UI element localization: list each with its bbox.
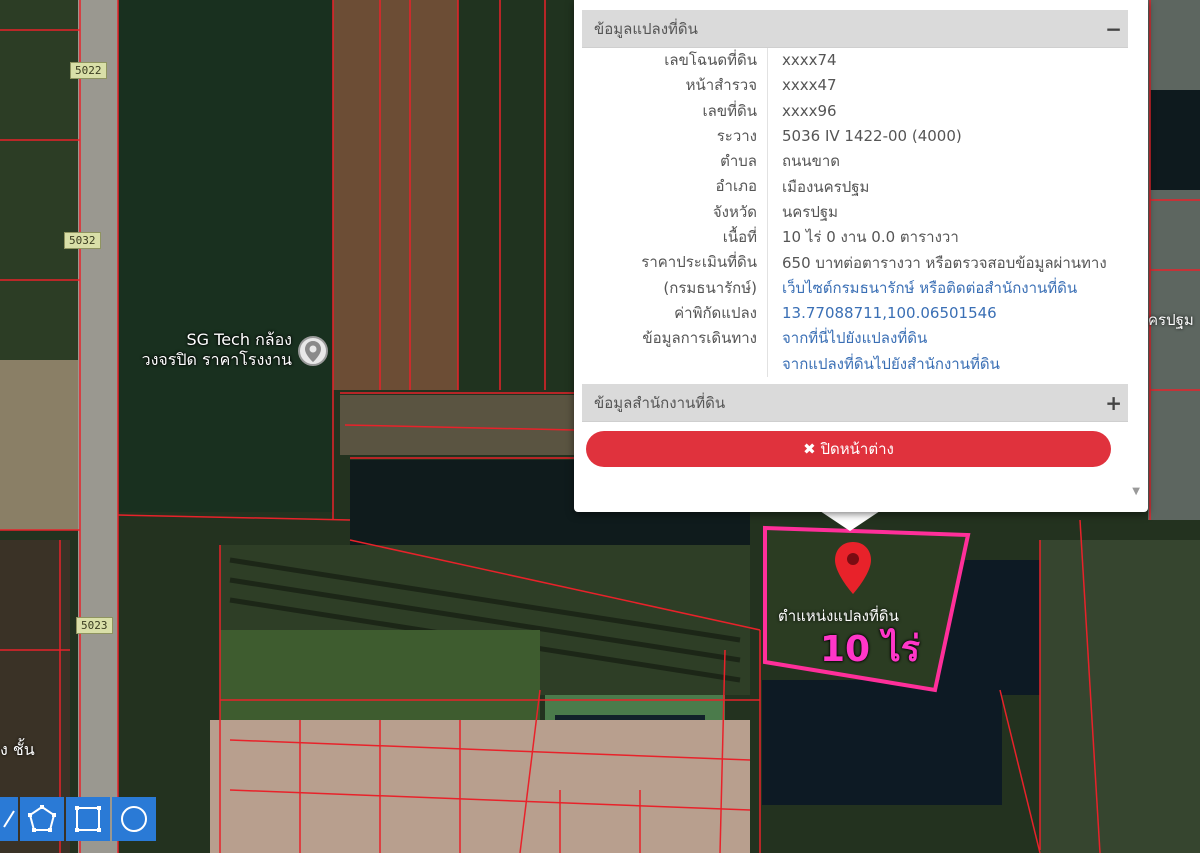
map-edge-label-left: ง ชั้น xyxy=(0,740,35,759)
info-value: เมืองนครปฐม xyxy=(782,177,870,196)
place-label-sg-tech[interactable]: SG Tech กล้อง วงจรปิด ราคาโรงงาน xyxy=(112,330,292,370)
collapse-icon[interactable]: − xyxy=(1105,10,1122,48)
info-label: หน้าสำรวจ xyxy=(582,73,768,99)
map-marker-icon[interactable] xyxy=(832,540,874,596)
info-row-district: อำเภอ เมืองนครปฐม xyxy=(582,174,1128,200)
place-pin-icon[interactable] xyxy=(296,334,330,374)
info-row-subdistrict: ตำบล ถนนขาด xyxy=(582,149,1128,175)
road-shield-3: 5023 xyxy=(76,617,113,634)
info-row-province: จังหวัด นครปฐม xyxy=(582,199,1128,226)
info-value: นครปฐม xyxy=(782,202,839,221)
info-label: ราคาประเมินที่ดิน xyxy=(582,250,768,276)
rectangle-draw-icon[interactable] xyxy=(66,797,110,841)
info-row-survey-page: หน้าสำรวจ xxxx47 xyxy=(582,73,1128,99)
land-parcel-section-header[interactable]: ข้อมูลแปลงที่ดิน − xyxy=(582,10,1128,48)
popup-tail xyxy=(820,511,880,531)
info-value: 650 บาทต่อตารางวา หรือตรวจสอบข้อมูลผ่านท… xyxy=(782,253,1107,272)
line-draw-icon[interactable] xyxy=(0,797,18,841)
coordinates-link[interactable]: 13.77088711,100.06501546 xyxy=(768,301,997,326)
info-label: จังหวัด xyxy=(582,199,768,226)
info-value: 10 ไร่ 0 งาน 0.0 ตารางวา xyxy=(782,228,959,247)
info-label: เลขโฉนดที่ดิน xyxy=(582,48,768,74)
info-row-directions-office: จากแปลงที่ดินไปยังสำนักงานที่ดิน xyxy=(582,351,1128,377)
info-value: xxxx47 xyxy=(782,76,837,95)
info-row-deed-number: เลขโฉนดที่ดิน xxxx74 xyxy=(582,48,1128,74)
directions-to-office-link[interactable]: จากแปลงที่ดินไปยังสำนักงานที่ดิน xyxy=(768,352,1000,377)
info-label: (กรมธนารักษ์) xyxy=(582,275,768,301)
parcel-area-label: 10 ไร่ xyxy=(820,629,921,670)
land-office-section-header[interactable]: ข้อมูลสำนักงานที่ดิน + xyxy=(582,384,1128,422)
close-window-button[interactable]: ✖ ปิดหน้าต่าง xyxy=(586,431,1111,467)
directions-to-parcel-link[interactable]: จากที่นี่ไปยังแปลงที่ดิน xyxy=(768,326,927,351)
info-row-coordinates: ค่าพิกัดแปลง 13.77088711,100.06501546 xyxy=(582,300,1128,327)
parcel-info-table: เลขโฉนดที่ดิน xxxx74 หน้าสำรวจ xxxx47 เล… xyxy=(582,48,1128,377)
land-office-section-title: ข้อมูลสำนักงานที่ดิน xyxy=(594,394,726,412)
info-value: xxxx96 xyxy=(782,101,837,120)
expand-icon[interactable]: + xyxy=(1105,384,1122,422)
info-row-map-sheet: ระวาง 5036 IV 1422-00 (4000) xyxy=(582,123,1128,150)
scroll-down-icon[interactable]: ▼ xyxy=(1132,486,1140,497)
draw-toolbar xyxy=(0,797,158,841)
road-shield-1: 5022 xyxy=(70,62,107,79)
info-label: ข้อมูลการเดินทาง xyxy=(582,326,768,352)
info-value: xxxx74 xyxy=(782,51,837,70)
info-value: ถนนขาด xyxy=(782,152,841,171)
circle-draw-icon[interactable] xyxy=(112,797,156,841)
info-label: ตำบล xyxy=(582,149,768,175)
road-shield-2: 5032 xyxy=(64,232,101,249)
treasury-website-link[interactable]: เว็บไซต์กรมธนารักษ์ หรือติดต่อสำนักงานที… xyxy=(768,276,1077,301)
parcel-info-popup: ข้อมูลแปลงที่ดิน − เลขโฉนดที่ดิน xxxx74 … xyxy=(574,0,1148,512)
map-edge-label-right: ครปฐม xyxy=(1148,311,1194,329)
info-value: 5036 IV 1422-00 (4000) xyxy=(782,127,962,146)
info-row-land-number: เลขที่ดิน xxxx96 xyxy=(582,98,1128,124)
info-label: ระวาง xyxy=(582,123,768,150)
info-row-directions: ข้อมูลการเดินทาง จากที่นี่ไปยังแปลงที่ดิ… xyxy=(582,326,1128,352)
land-parcel-section-title: ข้อมูลแปลงที่ดิน xyxy=(594,20,698,38)
info-label: เลขที่ดิน xyxy=(582,98,768,124)
info-label: ค่าพิกัดแปลง xyxy=(582,300,768,327)
info-row-treasury: (กรมธนารักษ์) เว็บไซต์กรมธนารักษ์ หรือติ… xyxy=(582,275,1128,301)
info-label xyxy=(582,351,768,377)
info-row-appraisal: ราคาประเมินที่ดิน 650 บาทต่อตารางวา หรือ… xyxy=(582,250,1128,276)
info-label: เนื้อที่ xyxy=(582,225,768,251)
info-row-area: เนื้อที่ 10 ไร่ 0 งาน 0.0 ตารางวา xyxy=(582,225,1128,251)
polygon-draw-icon[interactable] xyxy=(20,797,64,841)
info-label: อำเภอ xyxy=(582,174,768,200)
